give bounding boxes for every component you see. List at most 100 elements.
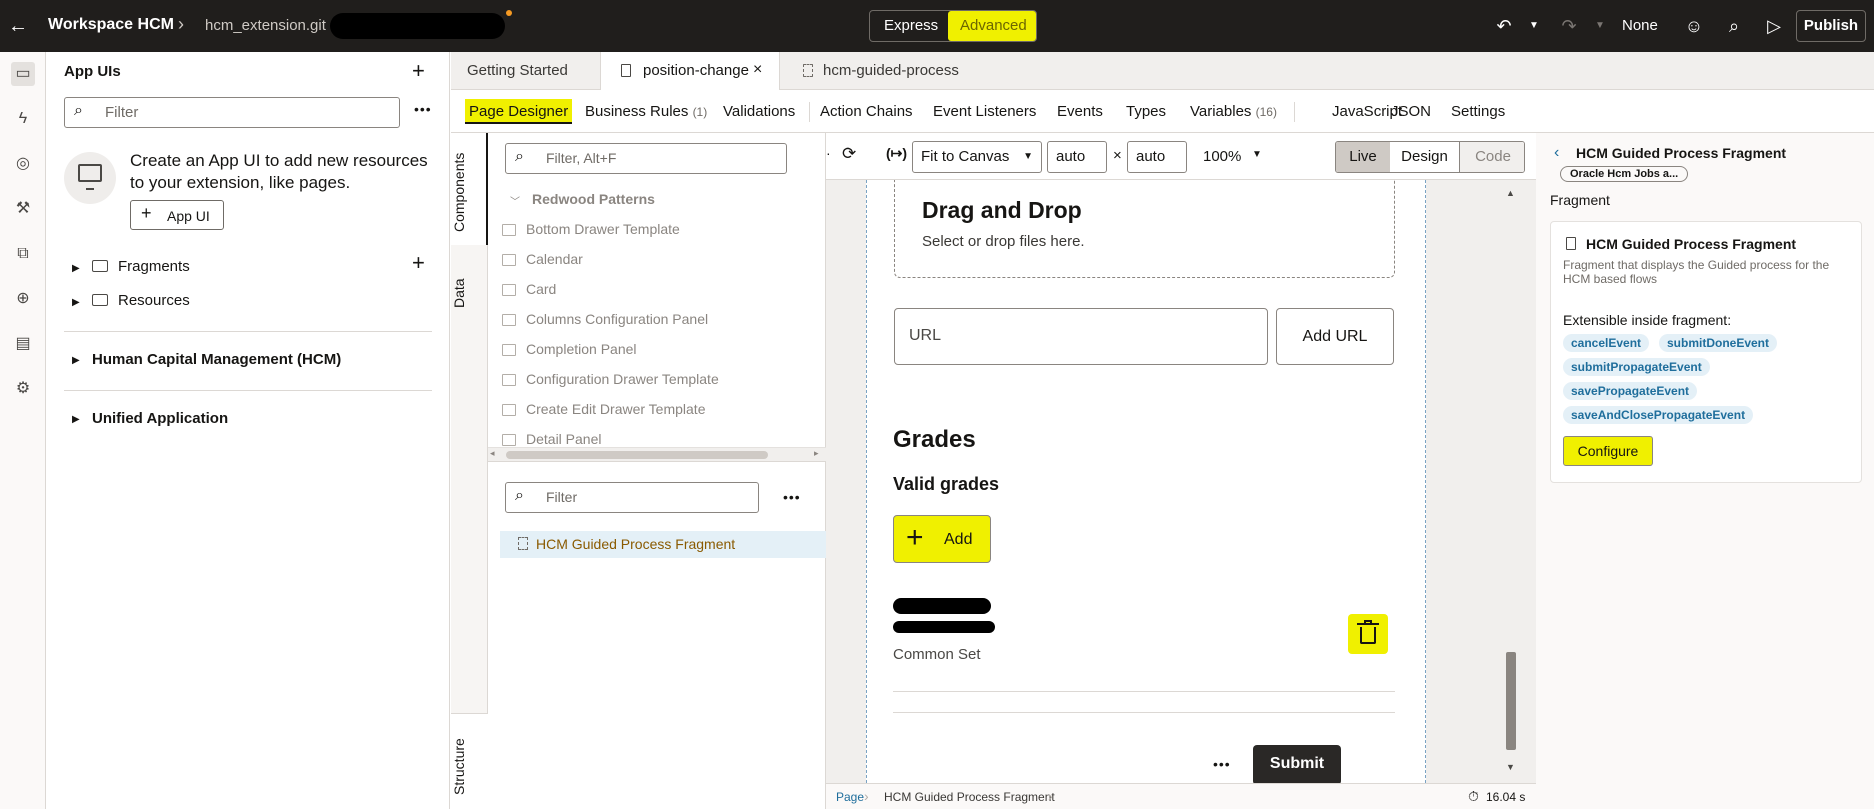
- extension-icon[interactable]: ⧉: [11, 242, 35, 266]
- globe-icon[interactable]: ⊕: [11, 287, 35, 311]
- redo-menu-icon[interactable]: ▼: [1586, 0, 1614, 52]
- breadcrumb-page[interactable]: Page: [836, 790, 864, 804]
- lightning-icon[interactable]: ϟ: [11, 107, 35, 131]
- event-icon[interactable]: ◎: [11, 152, 35, 176]
- redo-icon[interactable]: ↷: [1555, 0, 1583, 52]
- subtab-variables[interactable]: Variables (16): [1190, 99, 1277, 124]
- tab-hcm-guided-process[interactable]: hcm-guided-process: [823, 52, 959, 90]
- component-item[interactable]: Calendar: [502, 251, 583, 267]
- add-url-button[interactable]: Add URL: [1276, 308, 1394, 365]
- wrench-icon[interactable]: ⚒: [11, 197, 35, 221]
- fit-to-canvas-select[interactable]: Fit to Canvas ▼: [912, 141, 1042, 173]
- event-chip-cancel[interactable]: cancelEvent: [1563, 334, 1650, 352]
- structure-filter-input[interactable]: ⌕ Filter: [505, 482, 759, 513]
- scrollbar-thumb[interactable]: [506, 451, 768, 459]
- expand-resources-icon[interactable]: ▶: [72, 297, 80, 308]
- event-chip-save-close-propagate[interactable]: saveAndClosePropagateEvent: [1563, 406, 1754, 424]
- mode-advanced-button[interactable]: Advanced: [960, 17, 1027, 34]
- components-filter-input[interactable]: ⌕ Filter, Alt+F: [505, 143, 787, 174]
- configure-button[interactable]: Configure: [1563, 436, 1653, 466]
- divider: [893, 712, 1395, 713]
- more-options-icon[interactable]: •••: [783, 489, 801, 505]
- search-icon[interactable]: ⌕: [1720, 0, 1748, 52]
- tree-unified[interactable]: Unified Application: [92, 410, 228, 427]
- tree-resources[interactable]: Resources: [118, 292, 190, 309]
- source-badge[interactable]: Oracle Hcm Jobs a...: [1560, 166, 1689, 182]
- expand-hcm-icon[interactable]: ▶: [72, 355, 80, 366]
- back-chevron-icon[interactable]: ‹: [1554, 144, 1559, 162]
- component-item[interactable]: Bottom Drawer Template: [502, 221, 680, 237]
- vtab-structure[interactable]: Structure: [451, 731, 488, 803]
- create-app-ui-button[interactable]: + App UI: [130, 200, 224, 230]
- url-input[interactable]: URL: [894, 308, 1268, 365]
- more-actions-icon[interactable]: •••: [1213, 756, 1231, 772]
- vertical-scrollbar[interactable]: ▲ ▼: [1504, 188, 1518, 772]
- branch-selector[interactable]: None: [1622, 17, 1658, 34]
- structure-item-selected[interactable]: HCM Guided Process Fragment: [500, 531, 826, 558]
- mode-express-button[interactable]: Express: [884, 17, 938, 34]
- canvas-width-input[interactable]: auto: [1047, 141, 1107, 173]
- subtab-business-rules[interactable]: Business Rules (1): [585, 99, 707, 124]
- subtab-events[interactable]: Events: [1057, 99, 1103, 124]
- design-mode-button[interactable]: Design: [1390, 142, 1460, 172]
- breadcrumb-separator: ›: [1048, 788, 1053, 804]
- event-chip-save-propagate[interactable]: savePropagateEvent: [1563, 382, 1698, 400]
- subtab-action-chains[interactable]: Action Chains: [820, 99, 913, 124]
- group-redwood-patterns[interactable]: Redwood Patterns: [532, 191, 655, 207]
- subtab-types[interactable]: Types: [1126, 99, 1166, 124]
- app-uis-filter-input[interactable]: ⌕ Filter: [64, 97, 400, 128]
- live-mode-button[interactable]: Live: [1336, 142, 1390, 172]
- expand-unified-icon[interactable]: ▶: [72, 414, 80, 425]
- zoom-select[interactable]: 100%: [1203, 148, 1241, 165]
- subtab-validations[interactable]: Validations: [723, 99, 795, 124]
- canvas-height-input[interactable]: auto: [1127, 141, 1187, 173]
- app-name[interactable]: Workspace HCM: [48, 16, 174, 34]
- tree-hcm[interactable]: Human Capital Management (HCM): [92, 351, 341, 368]
- expand-fragments-icon[interactable]: ▶: [72, 263, 80, 274]
- delete-grade-button[interactable]: [1348, 614, 1388, 654]
- horizontal-scrollbar[interactable]: ◂ ▸: [488, 447, 826, 461]
- undo-menu-icon[interactable]: ▼: [1520, 0, 1548, 52]
- variables-binding-icon[interactable]: (↦): [886, 145, 907, 162]
- code-mode-button[interactable]: Code: [1460, 142, 1524, 172]
- add-fragment-icon[interactable]: +: [412, 250, 425, 276]
- component-item[interactable]: Card: [502, 281, 556, 297]
- document-icon[interactable]: ▤: [11, 332, 35, 356]
- add-app-ui-icon[interactable]: +: [412, 58, 425, 84]
- publish-button[interactable]: Publish: [1796, 10, 1866, 42]
- scrollbar-thumb[interactable]: [1506, 652, 1516, 750]
- tab-getting-started[interactable]: Getting Started: [467, 52, 568, 90]
- subtab-event-listeners[interactable]: Event Listeners: [933, 99, 1036, 124]
- back-arrow-icon[interactable]: ←: [4, 0, 32, 52]
- tab-position-change[interactable]: position-change ×: [600, 52, 780, 91]
- submit-button[interactable]: Submit: [1253, 745, 1341, 783]
- file-drop-zone[interactable]: Drag and Drop Select or drop files here.: [894, 180, 1395, 278]
- event-chip-submit-propagate[interactable]: submitPropagateEvent: [1563, 358, 1710, 376]
- vtab-components[interactable]: Components: [451, 147, 488, 237]
- vtab-data[interactable]: Data: [451, 273, 488, 313]
- tree-fragments[interactable]: Fragments: [118, 258, 190, 275]
- component-item[interactable]: Columns Configuration Panel: [502, 311, 708, 327]
- component-item[interactable]: Create Edit Drawer Template: [502, 401, 705, 417]
- monitor-icon[interactable]: ▭: [11, 62, 35, 86]
- canvas-status-bar: Page › HCM Guided Process Fragment › ⏱ 1…: [826, 783, 1536, 809]
- undo-icon[interactable]: ↶: [1490, 0, 1518, 52]
- refresh-icon[interactable]: ⟳: [842, 144, 856, 164]
- component-item[interactable]: Detail Panel: [502, 431, 602, 447]
- services-icon[interactable]: ⚙: [11, 377, 35, 401]
- subtab-page-designer[interactable]: Page Designer: [465, 99, 573, 124]
- event-chip-submit-done[interactable]: submitDoneEvent: [1659, 334, 1778, 352]
- more-options-icon[interactable]: •••: [414, 101, 432, 117]
- zoom-chevron-icon[interactable]: ▼: [1252, 149, 1262, 160]
- component-item[interactable]: Configuration Drawer Template: [502, 371, 719, 387]
- close-tab-icon[interactable]: ×: [753, 61, 762, 79]
- collapse-group-icon[interactable]: ﹀: [510, 193, 520, 208]
- subtab-json[interactable]: JSON: [1391, 99, 1431, 124]
- preview-play-icon[interactable]: ▷: [1760, 0, 1788, 52]
- breadcrumb-fragment[interactable]: HCM Guided Process Fragment: [884, 790, 1055, 804]
- subtab-settings[interactable]: Settings: [1451, 99, 1505, 124]
- add-grade-button[interactable]: + Add: [893, 515, 991, 563]
- component-item[interactable]: Completion Panel: [502, 341, 637, 357]
- repo-name[interactable]: hcm_extension.git: [205, 17, 326, 34]
- feedback-smiley-icon[interactable]: ☺: [1680, 0, 1708, 52]
